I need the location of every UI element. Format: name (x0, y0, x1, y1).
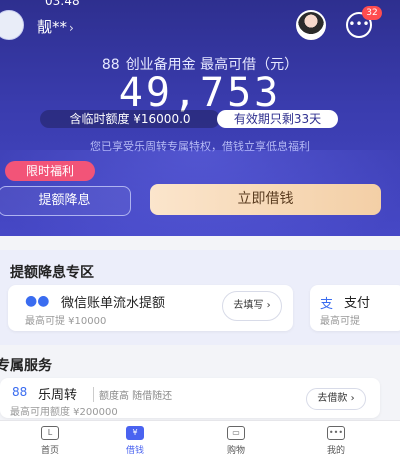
temp-quota: 含临时额度 ¥16000.0 (40, 110, 220, 128)
tab-borrow[interactable]: ¥ 借钱 (85, 421, 185, 456)
tab-mine[interactable]: ••• 我的 (286, 421, 386, 456)
status-time: 03:48 (45, 0, 80, 8)
home-icon: L (41, 426, 59, 440)
chevron-right-icon: › (69, 21, 74, 35)
raise-section-title: 提额降息专区 (10, 265, 94, 281)
user-name-label: 靓** (37, 18, 68, 36)
validity-badge: 有效期只剩33天 (217, 110, 338, 128)
user-row: 靓** › ••• 32 (0, 6, 400, 42)
card-title: 微信账单流水提额 (61, 296, 166, 311)
borrow-now-button[interactable]: 立即借钱 (150, 184, 381, 215)
bag-icon: ▭ (227, 426, 245, 440)
quota-row: 含临时额度 ¥16000.0 有效期只剩33天 (40, 110, 360, 128)
fill-in-button[interactable]: 去填写 › (222, 291, 282, 321)
alipay-icon: 支 (320, 297, 334, 312)
chat-icon: ••• (327, 426, 345, 440)
customer-service-avatar[interactable] (296, 10, 326, 40)
lezhouzhuan-logo-icon: 88 (12, 385, 28, 399)
lezhouzhuan-card[interactable]: 88 乐周转 额度高 随借随还 最高可用额度 ¥200000 去借款 › (0, 378, 380, 418)
tab-label: 购物 (226, 446, 245, 456)
alipay-card[interactable]: 支 支付 最高可提 (310, 285, 400, 331)
card-sub: 最高可用额度 ¥200000 (10, 407, 118, 418)
tab-shop[interactable]: ▭ 购物 (186, 421, 286, 456)
tab-label: 借钱 (125, 446, 144, 456)
bottom-tab-bar: L 首页 ¥ 借钱 ▭ 购物 ••• 我的 (0, 420, 400, 456)
promo-tag: 限时福利 (5, 161, 95, 181)
wechat-icon: ●● (25, 293, 50, 309)
card-title: 支付 (344, 296, 371, 311)
message-badge: 32 (362, 6, 382, 20)
status-bar: 03:48 (0, 0, 400, 8)
card-desc: 额度高 随借随还 (93, 387, 172, 402)
card-sub: 最高可提 ¥10000 (25, 316, 107, 327)
service-section-title: 专属服务 (0, 358, 52, 374)
go-borrow-button[interactable]: 去借款 › (306, 388, 366, 410)
tab-label: 我的 (326, 446, 345, 456)
raise-limit-button[interactable]: 提额降息 (0, 186, 131, 216)
privilege-notice: 您已享受乐周转专属特权，借钱立享低息福利 (90, 140, 310, 153)
user-name[interactable]: 靓** › (37, 16, 74, 37)
wechat-statement-card[interactable]: ●● 微信账单流水提额 最高可提 ¥10000 去填写 › (8, 285, 293, 331)
user-avatar[interactable] (0, 10, 24, 40)
card-title: 乐周转 (38, 388, 78, 403)
yuan-icon: ¥ (126, 426, 144, 440)
card-sub: 最高可提 (320, 316, 360, 327)
